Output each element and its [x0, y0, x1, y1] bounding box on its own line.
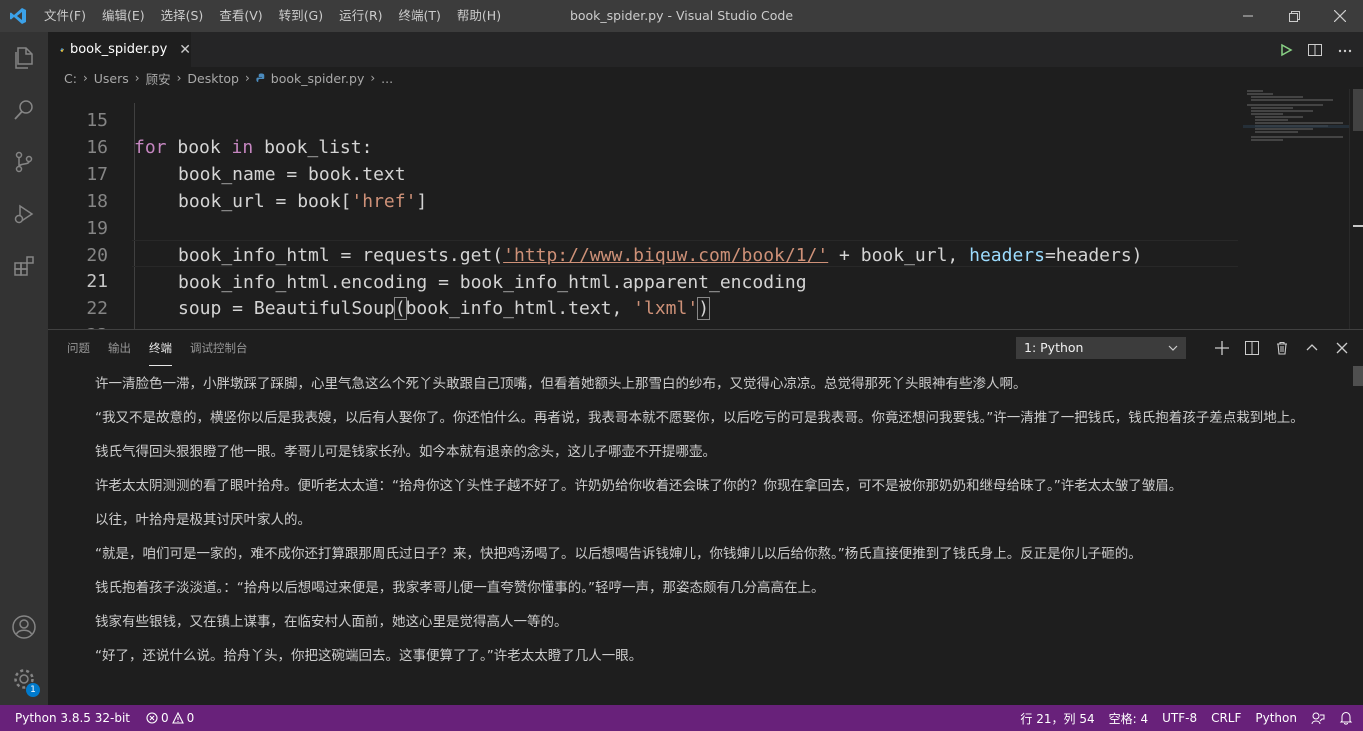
breadcrumb: C: › Users › 顾安 › Desktop › book_spider.… — [48, 67, 1363, 89]
code-line-22: 22 — [86, 298, 108, 319]
error-count: 0 — [161, 711, 169, 725]
code-line-18: 18 — [86, 191, 108, 212]
breadcrumb-desktop[interactable]: Desktop — [187, 71, 239, 86]
code-line-16: 16 book_name = book.text — [86, 137, 406, 185]
feedback-icon[interactable] — [1311, 711, 1325, 725]
terminal-output[interactable]: 许一清脸色一滞，小胖墩踩了踩脚，心里气急这么个死丫头敢跟自己顶嘴，但看着她额头上… — [67, 376, 1307, 682]
tab-debug-console[interactable]: 调试控制台 — [190, 331, 248, 365]
close-tab-icon[interactable]: ✕ — [179, 42, 191, 58]
split-terminal-icon[interactable] — [1245, 341, 1259, 355]
terminal-selector-label: 1: Python — [1024, 340, 1084, 355]
chevron-right-icon: › — [370, 71, 376, 85]
tab-book-spider[interactable]: book_spider.py ✕ — [48, 32, 191, 67]
language-mode[interactable]: Python — [1255, 711, 1297, 725]
run-debug-icon[interactable] — [0, 188, 48, 240]
bottom-panel: 问题 输出 终端 调试控制台 1: Python 许一清脸色一滞，小胖墩踩了踩脚… — [48, 329, 1363, 705]
file-encoding[interactable]: UTF-8 — [1162, 711, 1197, 725]
settings-badge: 1 — [26, 683, 40, 697]
terminal-line: “就是，咱们可是一家的，难不成你还打算跟那周氏过日子？来，快把鸡汤喝了。以后想喝… — [95, 546, 1142, 562]
breadcrumb-users[interactable]: Users — [94, 71, 129, 86]
terminal-line: 钱家有些银钱，又在镇上谋事，在临安村人面前，她这心里是觉得高人一等的。 — [95, 614, 568, 630]
chevron-right-icon: › — [82, 71, 88, 85]
menu-file[interactable]: 文件(F) — [36, 0, 94, 32]
error-icon — [146, 712, 158, 724]
code-editor[interactable]: 15 for book in book_list: 16 book_name =… — [48, 89, 1363, 329]
run-file-icon[interactable] — [1279, 43, 1293, 57]
python-interpreter[interactable]: Python 3.8.5 32-bit — [15, 711, 130, 725]
vscode-logo-icon — [0, 0, 36, 32]
code-line-15: 15 for book in book_list: — [86, 110, 373, 158]
source-control-icon[interactable] — [0, 136, 48, 188]
trash-icon[interactable] — [1275, 341, 1289, 355]
editor-scrollbar[interactable] — [1349, 89, 1363, 329]
code-line-19: 19 book_info_html = requests.get('http:/… — [86, 218, 1143, 266]
code-line-21: 21 soup = BeautifulSoup(book_info_html.t… — [86, 271, 711, 320]
restore-button[interactable] — [1271, 0, 1317, 32]
code-line-20: 20 book_info_html.encoding = book_info_h… — [86, 245, 807, 293]
split-editor-icon[interactable] — [1307, 42, 1323, 58]
new-terminal-icon[interactable] — [1215, 341, 1229, 355]
breadcrumb-drive[interactable]: C: — [64, 71, 77, 86]
explorer-icon[interactable] — [0, 32, 48, 84]
tab-problems[interactable]: 问题 — [67, 331, 90, 365]
problems-indicator[interactable]: 0 0 — [146, 711, 194, 725]
search-icon[interactable] — [0, 84, 48, 136]
terminal-selector[interactable]: 1: Python — [1016, 337, 1186, 359]
terminal-scrollbar[interactable] — [1353, 366, 1363, 706]
python-file-icon — [60, 47, 64, 52]
warning-icon — [171, 712, 184, 724]
breadcrumb-user[interactable]: 顾安 — [146, 69, 171, 88]
manage-gear-icon[interactable]: 1 — [0, 653, 48, 705]
chevron-right-icon: › — [134, 71, 140, 85]
indentation[interactable]: 空格: 4 — [1109, 710, 1149, 727]
editor-tab-bar: book_spider.py ✕ — [48, 32, 1363, 67]
terminal-line: “好了，还说什么说。拾舟丫头，你把这碗端回去。这事便算了了。”许老太太瞪了几人一… — [95, 648, 643, 664]
activity-bar: 1 — [0, 32, 48, 705]
breadcrumb-file[interactable]: book_spider.py — [271, 71, 365, 86]
tab-label: book_spider.py — [69, 42, 168, 57]
menu-go[interactable]: 转到(G) — [271, 0, 331, 32]
terminal-line: 以往，叶拾舟是极其讨厌叶家人的。 — [95, 512, 311, 528]
status-bar: Python 3.8.5 32-bit 0 0 行 21，列 54 空格: 4 … — [0, 705, 1363, 731]
code-line-23: 23 info = soup.find('div', id='htmlConte… — [48, 295, 1238, 329]
chevron-up-icon[interactable] — [1305, 341, 1319, 355]
minimap[interactable] — [1243, 89, 1353, 329]
menu-view[interactable]: 查看(V) — [211, 0, 270, 32]
tab-output[interactable]: 输出 — [108, 331, 131, 365]
terminal-line: 许一清脸色一滞，小胖墩踩了踩脚，心里气急这么个死丫头敢跟自己顶嘴，但看着她额头上… — [95, 376, 1027, 392]
notifications-bell-icon[interactable] — [1339, 711, 1353, 725]
more-actions-icon[interactable] — [1337, 42, 1353, 58]
python-file-icon — [256, 72, 265, 82]
terminal-line: 钱氏抱着孩子淡淡道。：“拾舟以后想喝过来便是，我家孝哥儿便一直夸赞你懂事的。”轻… — [95, 580, 825, 596]
close-window-button[interactable] — [1317, 0, 1363, 32]
warning-count: 0 — [186, 711, 195, 725]
chevron-right-icon: › — [176, 71, 182, 85]
title-bar: 文件(F) 编辑(E) 选择(S) 查看(V) 转到(G) 运行(R) 终端(T… — [0, 0, 1363, 32]
menu-terminal[interactable]: 终端(T) — [391, 0, 449, 32]
account-icon[interactable] — [0, 601, 48, 653]
extensions-icon[interactable] — [0, 240, 48, 292]
cursor-position[interactable]: 行 21，列 54 — [1020, 710, 1094, 727]
code-line-17: 17 book_url = book['href'] — [86, 164, 428, 212]
minimize-button[interactable] — [1225, 0, 1271, 32]
terminal-line: 钱氏气得回头狠狠瞪了他一眼。孝哥儿可是钱家长孙。如今本就有退亲的念头，这儿子哪壶… — [95, 444, 716, 460]
breadcrumb-symbol[interactable]: ... — [381, 71, 393, 86]
menu-edit[interactable]: 编辑(E) — [94, 0, 153, 32]
close-panel-icon[interactable] — [1335, 341, 1349, 355]
menu-run[interactable]: 运行(R) — [331, 0, 390, 32]
terminal-line: 许老太太阴测测的看了眼叶拾舟。便听老太太道：“拾舟你这丫头性子越不好了。许奶奶给… — [95, 478, 1183, 494]
chevron-down-icon — [1168, 337, 1178, 366]
tab-terminal[interactable]: 终端 — [149, 331, 172, 366]
line-ending[interactable]: CRLF — [1211, 711, 1241, 725]
menu-selection[interactable]: 选择(S) — [153, 0, 212, 32]
chevron-right-icon: › — [244, 71, 250, 85]
menu-help[interactable]: 帮助(H) — [449, 0, 509, 32]
terminal-line: “我又不是故意的，横竖你以后是我表嫂，以后有人娶你了。你还怕什么。再者说，我表哥… — [95, 410, 1304, 426]
menu-bar: 文件(F) 编辑(E) 选择(S) 查看(V) 转到(G) 运行(R) 终端(T… — [36, 0, 509, 32]
